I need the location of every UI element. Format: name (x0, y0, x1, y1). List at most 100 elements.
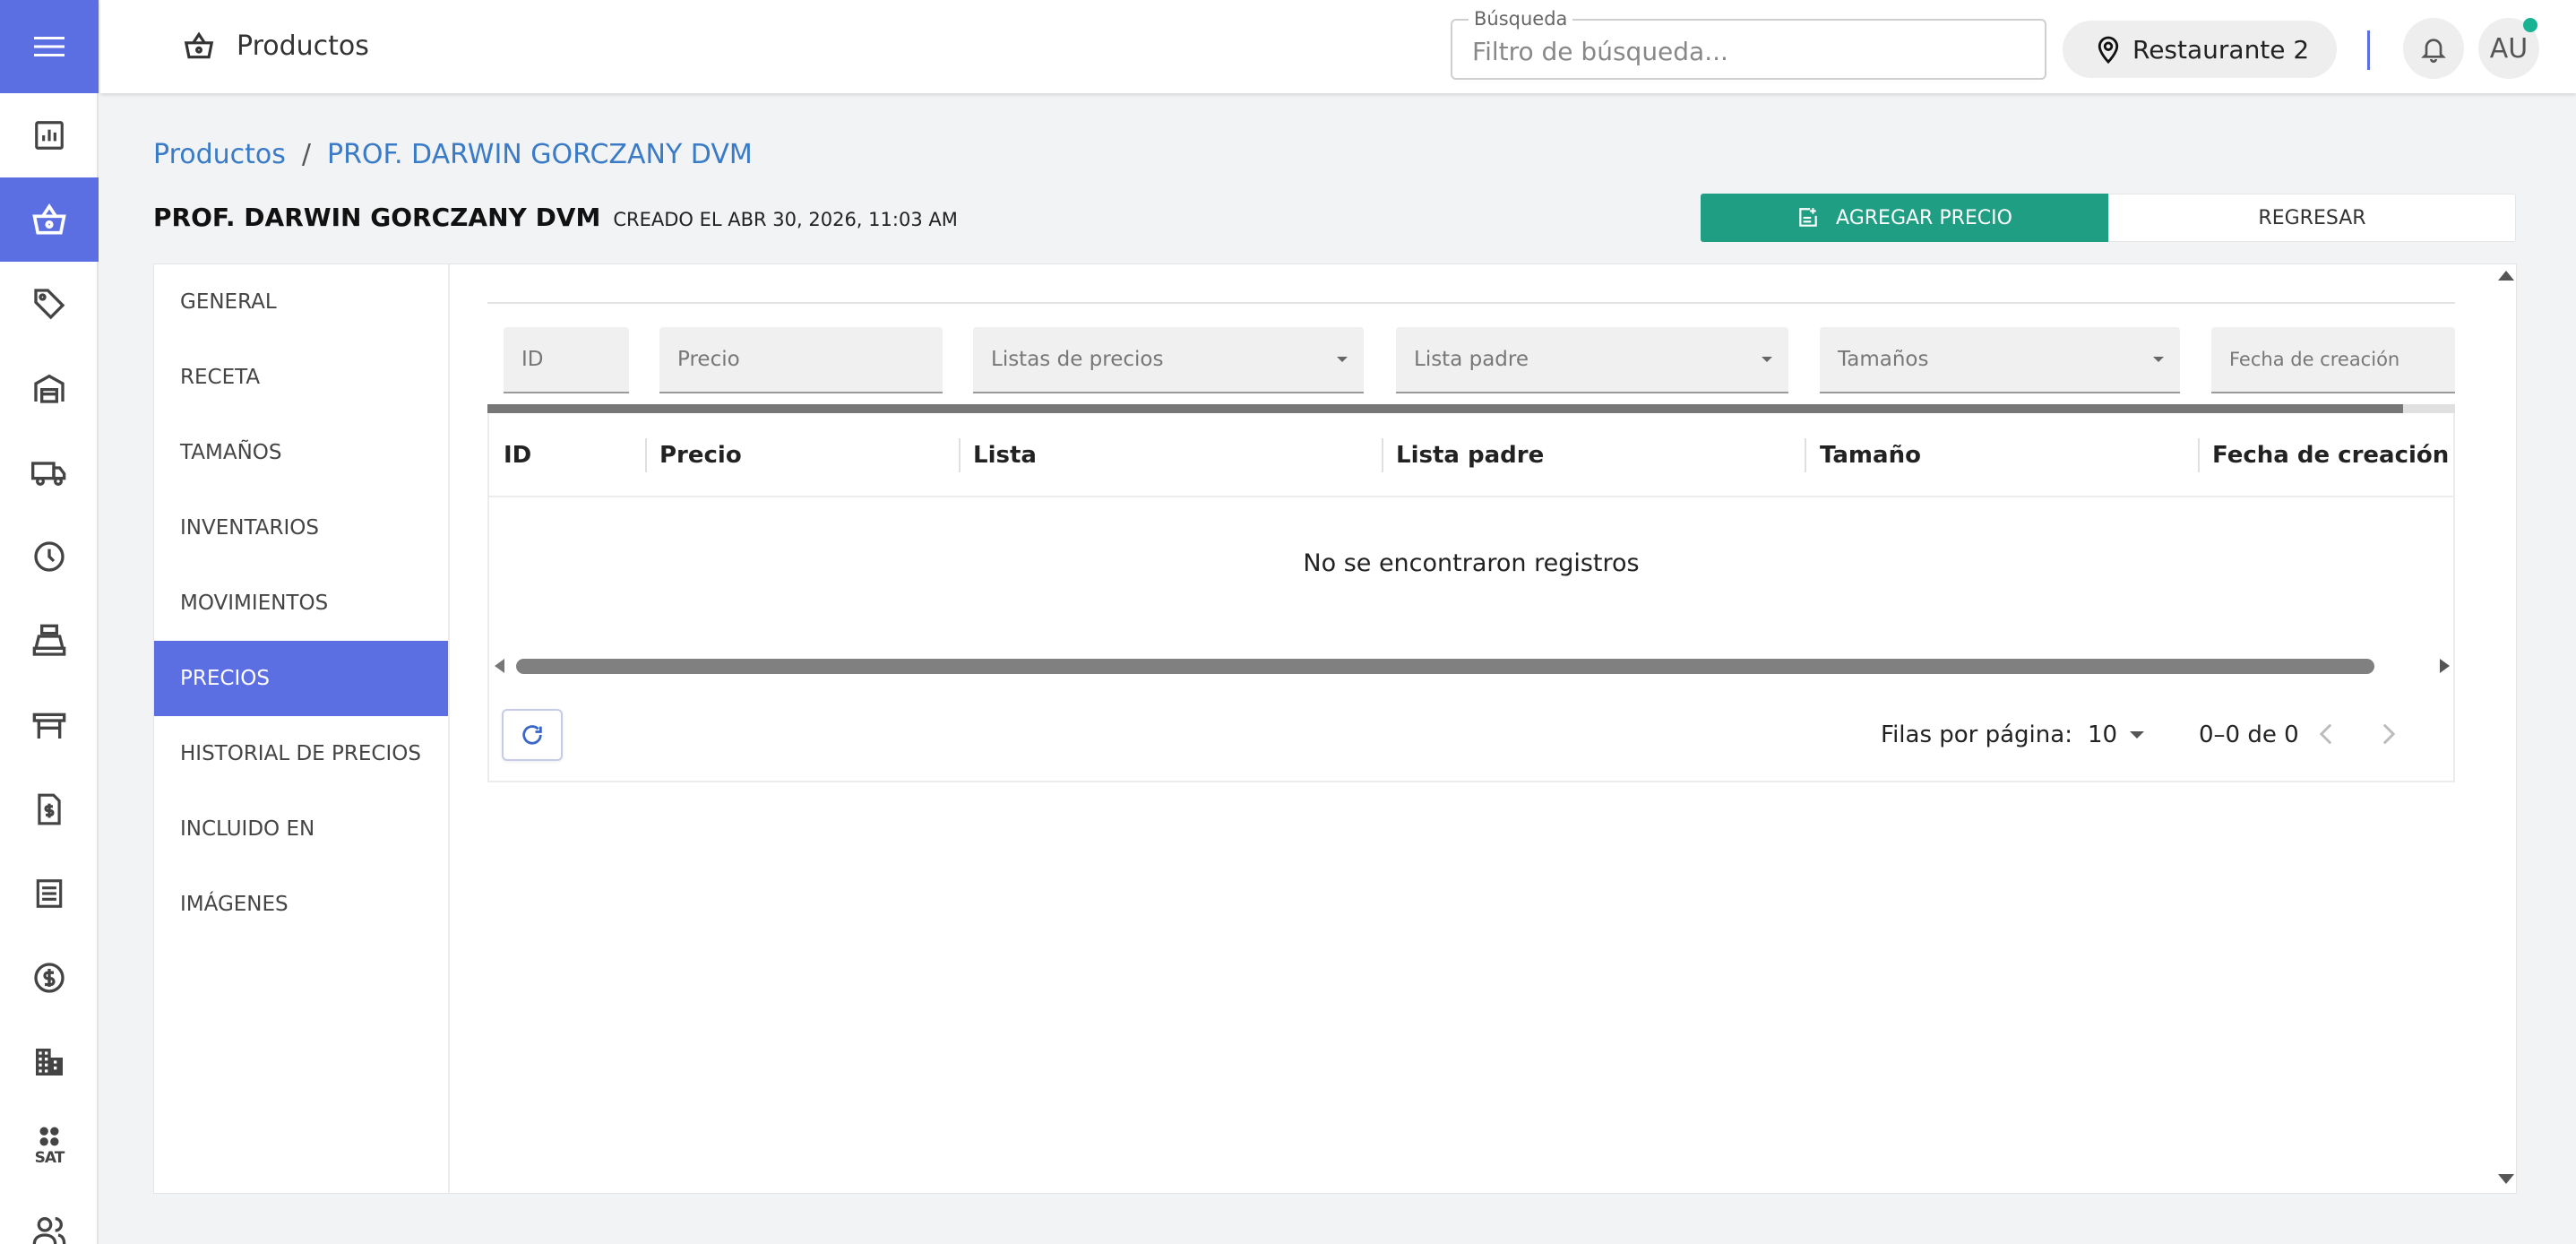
column-header-parent-list[interactable]: Lista padre (1396, 413, 1544, 497)
horizontal-scrollbar[interactable] (487, 655, 2455, 677)
location-selector[interactable]: Restaurante 2 (2063, 21, 2337, 78)
bell-icon (2421, 39, 2446, 63)
breadcrumb-root[interactable]: Productos (153, 139, 286, 170)
scroll-up-icon[interactable] (2498, 271, 2514, 281)
filter-created-date-label: Fecha de creación (2229, 349, 2400, 370)
filter-price-lists-select[interactable]: Listas de precios (973, 327, 1364, 393)
tab-movimientos[interactable]: MOVIMIENTOS (154, 566, 448, 641)
notifications-button[interactable] (2403, 18, 2464, 79)
receipt-list-icon[interactable] (0, 851, 99, 936)
column-header-list[interactable]: Lista (973, 413, 1037, 497)
filter-sizes-label: Tamaños (1838, 348, 1929, 371)
filter-price-lists-label: Listas de precios (991, 348, 1164, 371)
filter-price-label: Precio (677, 348, 740, 371)
column-header-size[interactable]: Tamaño (1820, 413, 1921, 497)
breadcrumb: Productos / PROF. DARWIN GORCZANY DVM (153, 139, 753, 170)
scrollbar-thumb[interactable] (516, 659, 2374, 674)
dollar-circle-icon[interactable] (0, 936, 99, 1020)
basket-icon (184, 31, 214, 59)
add-price-button[interactable]: AGREGAR PRECIO (1701, 194, 2108, 242)
tab-incluido-en[interactable]: INCLUIDO EN (154, 791, 448, 867)
product-detail-card: GENERAL RECETA TAMAÑOS INVENTARIOS MOVIM… (153, 263, 2517, 1194)
rows-per-page-select[interactable]: 10 (2088, 721, 2145, 748)
chevron-down-icon (1762, 357, 1772, 362)
filter-id[interactable]: ID (504, 327, 629, 393)
tab-label: RECETA (180, 366, 261, 389)
column-separator[interactable] (1382, 438, 1383, 472)
tab-label: INVENTARIOS (180, 516, 319, 540)
cash-register-icon[interactable] (0, 599, 99, 683)
scroll-down-icon[interactable] (2498, 1174, 2514, 1184)
back-button[interactable]: REGRESAR (2108, 194, 2516, 242)
building-icon[interactable] (0, 1020, 99, 1104)
column-label: ID (504, 442, 532, 469)
column-separator[interactable] (959, 438, 961, 472)
warehouse-icon[interactable] (0, 346, 99, 430)
section-menu: GENERAL RECETA TAMAÑOS INVENTARIOS MOVIM… (154, 264, 450, 1193)
scroll-left-icon[interactable] (495, 659, 504, 673)
created-date: CREADO EL ABR 30, 2026, 11:03 AM (613, 209, 958, 230)
table-icon[interactable] (0, 683, 99, 767)
column-header-id[interactable]: ID (504, 413, 531, 497)
truck-icon[interactable] (0, 430, 99, 514)
tab-label: INCLUIDO EN (180, 817, 315, 841)
column-header-price[interactable]: Precio (659, 413, 742, 497)
column-separator[interactable] (2198, 438, 2200, 472)
tab-historial-de-precios[interactable]: HISTORIAL DE PRECIOS (154, 716, 448, 791)
tab-inventarios[interactable]: INVENTARIOS (154, 490, 448, 566)
divider (2367, 30, 2370, 70)
column-label: Precio (659, 442, 742, 469)
clock-icon[interactable] (0, 514, 99, 599)
tab-imagenes[interactable]: IMÁGENES (154, 867, 448, 942)
page-title-text: Productos (237, 30, 369, 62)
dashboard-icon[interactable] (0, 93, 99, 177)
divider (487, 302, 2455, 304)
tab-label: HISTORIAL DE PRECIOS (180, 742, 421, 765)
search-input[interactable] (1472, 33, 2010, 69)
filter-sizes-select[interactable]: Tamaños (1820, 327, 2180, 393)
product-name: PROF. DARWIN GORCZANY DVM (153, 203, 601, 232)
top-app-bar: Productos Búsqueda Restaurante 2 AU (100, 0, 2576, 93)
column-header-created-date[interactable]: Fecha de creación (2212, 413, 2449, 497)
tab-precios[interactable]: PRECIOS (154, 641, 448, 716)
product-heading: PROF. DARWIN GORCZANY DVM CREADO EL ABR … (153, 203, 958, 232)
tag-icon[interactable] (0, 262, 99, 346)
products-basket-icon[interactable] (0, 177, 99, 262)
table-footer: Filas por página: 10 0–0 de 0 (487, 700, 2455, 772)
filter-parent-list-label: Lista padre (1414, 348, 1529, 371)
filter-parent-list-select[interactable]: Lista padre (1396, 327, 1788, 393)
chevron-left-icon (2319, 723, 2332, 745)
column-label: Lista (973, 442, 1037, 469)
column-label: Tamaño (1820, 442, 1921, 469)
tab-label: TAMAÑOS (180, 441, 282, 464)
add-price-label: AGREGAR PRECIO (1836, 206, 2012, 229)
tab-label: MOVIMIENTOS (180, 592, 329, 615)
chevron-right-icon (2382, 723, 2396, 745)
tab-general[interactable]: GENERAL (154, 264, 448, 340)
column-label: Fecha de creación (2212, 442, 2450, 469)
tab-tamanos[interactable]: TAMAÑOS (154, 415, 448, 490)
next-page-button[interactable] (2373, 716, 2405, 752)
filter-price[interactable]: Precio (659, 327, 943, 393)
tab-label: GENERAL (180, 290, 277, 314)
filter-id-label: ID (521, 348, 544, 371)
scroll-right-icon[interactable] (2440, 659, 2450, 673)
users-icon[interactable] (0, 1188, 99, 1244)
filter-created-date[interactable]: Fecha de creación (2211, 327, 2455, 393)
back-label: REGRESAR (2258, 206, 2366, 229)
search-field[interactable]: Búsqueda (1451, 8, 2046, 80)
sat-icon[interactable]: SAT (0, 1104, 99, 1188)
column-separator[interactable] (1805, 438, 1806, 472)
table-header: ID Precio Lista Lista padre Tamaño Fecha… (487, 413, 2455, 497)
tab-receta[interactable]: RECETA (154, 340, 448, 415)
tab-label: PRECIOS (180, 667, 270, 690)
rows-per-page-label: Filas por página: (1881, 721, 2072, 748)
invoice-dollar-icon[interactable] (0, 767, 99, 851)
breadcrumb-current[interactable]: PROF. DARWIN GORCZANY DVM (327, 139, 753, 170)
chevron-down-icon (1337, 357, 1348, 362)
refresh-button[interactable] (502, 709, 563, 761)
previous-page-button[interactable] (2310, 716, 2342, 752)
menu-icon[interactable] (0, 0, 99, 93)
refresh-icon (522, 725, 542, 745)
column-separator[interactable] (645, 438, 647, 472)
